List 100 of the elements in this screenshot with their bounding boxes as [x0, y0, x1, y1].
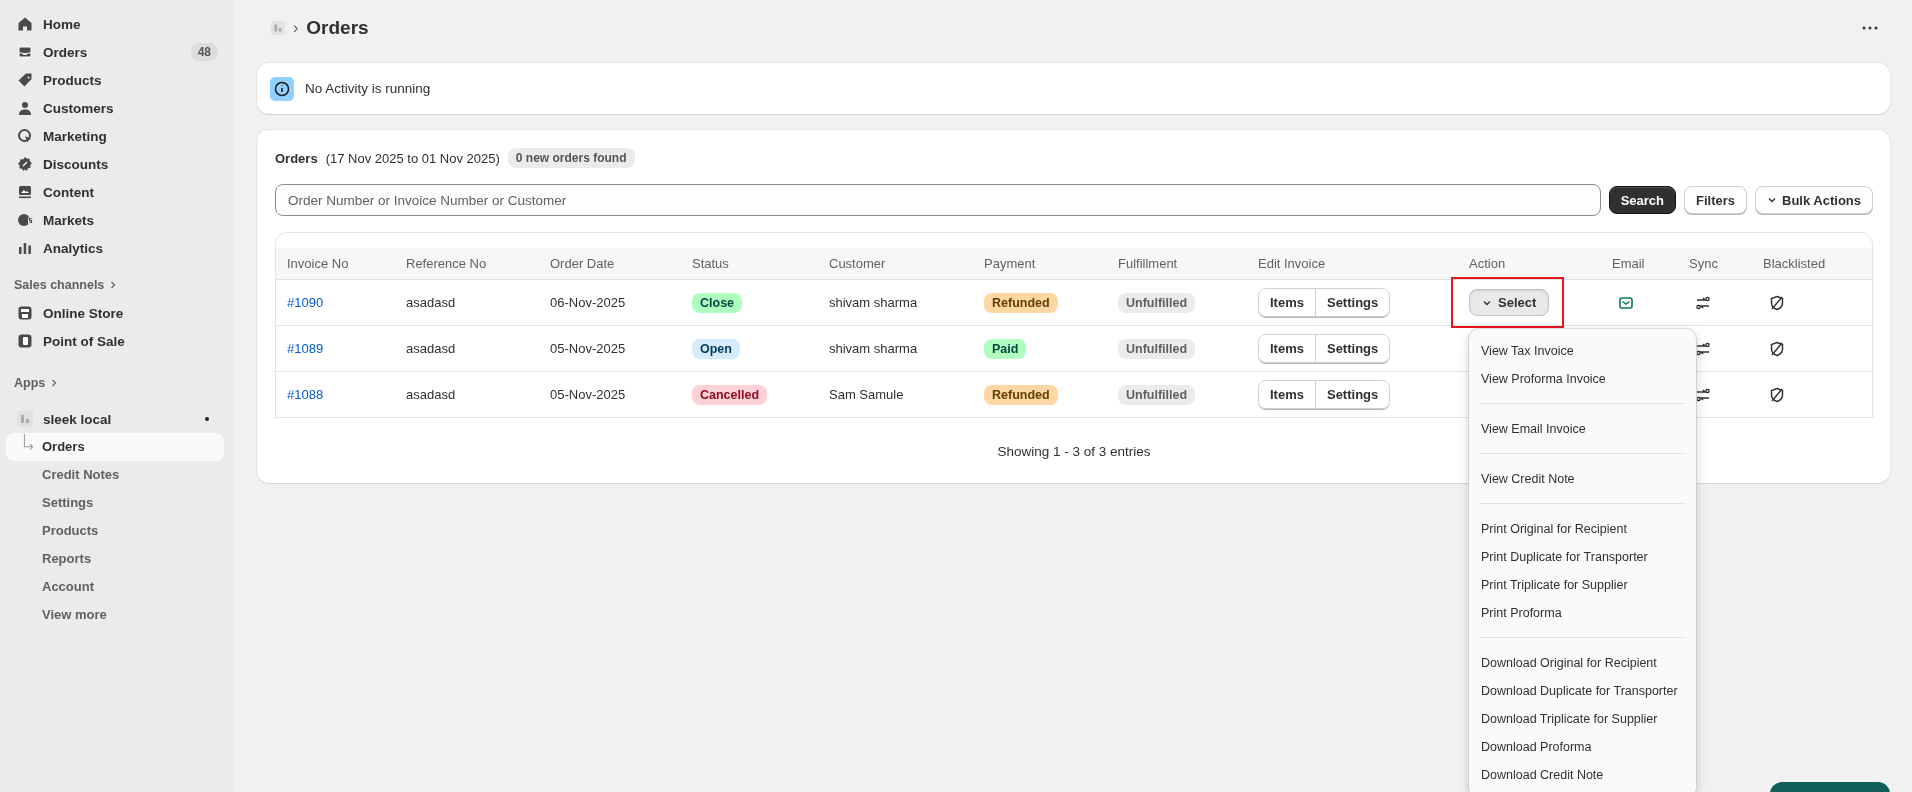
column-header: Fulfillment: [1117, 256, 1179, 271]
column-header: Action: [1468, 256, 1507, 271]
edit-button[interactable]: Settings: [1314, 289, 1390, 316]
breadcrumb-separator: ›: [293, 18, 299, 37]
notice-text: No Activity is running: [305, 81, 431, 96]
status-dot: [204, 416, 210, 422]
payment-badge: Refunded: [984, 384, 1058, 405]
edit-button[interactable]: Settings: [1314, 381, 1390, 408]
fulfillment-badge: Unfulfilled: [1118, 292, 1196, 313]
section-link[interactable]: Apps: [6, 369, 60, 397]
nav-subitem[interactable]: Products: [6, 517, 224, 545]
image-icon: [17, 184, 33, 200]
column-header: Invoice No: [286, 256, 350, 271]
app-icon: [17, 411, 33, 427]
tag-icon: [17, 72, 33, 88]
column-header: Customer: [828, 256, 887, 271]
status-badge: Open: [692, 338, 740, 359]
nav-item[interactable]: Marketing: [6, 122, 224, 150]
target-icon: [17, 128, 33, 144]
count-badge: 48: [190, 43, 218, 61]
menu-item[interactable]: Print Proforma: [1469, 599, 1696, 627]
nav-item[interactable]: Online Store: [6, 299, 224, 327]
nav-item[interactable]: Discounts: [6, 150, 224, 178]
nav-item[interactable]: Point of Sale: [6, 327, 224, 355]
column-header: Blacklisted: [1762, 256, 1827, 271]
home-icon: [17, 16, 33, 32]
nav-subitem[interactable]: Credit Notes: [6, 461, 224, 489]
search-field[interactable]: Order Number or Invoice Number or Customer: [275, 184, 1601, 216]
table-cell: 06-Nov-2025: [550, 295, 626, 310]
more-icon[interactable]: [1862, 25, 1878, 30]
column-header: Order Date: [549, 256, 616, 271]
filter-button[interactable]: Filters: [1684, 186, 1747, 214]
fulfillment-badge: Unfulfilled: [1118, 338, 1196, 359]
menu-item[interactable]: Download Triplicate for Supplier: [1469, 705, 1696, 733]
date-range: (17 Nov 2025 to 01 Nov 2025): [325, 150, 500, 166]
status-badge: Close: [692, 292, 743, 313]
menu-item[interactable]: View Tax Invoice: [1469, 337, 1696, 365]
menu-item[interactable]: View Email Invoice: [1469, 415, 1696, 443]
nav-subitem[interactable]: Settings: [6, 489, 224, 517]
column-header: Email: [1611, 256, 1646, 271]
shield-slash-icon[interactable]: [1769, 340, 1785, 357]
column-header: Payment: [983, 256, 1037, 271]
nav-item[interactable]: Products: [6, 66, 224, 94]
nav-item[interactable]: Home: [6, 10, 224, 38]
mail-icon[interactable]: [1618, 294, 1634, 311]
page-title: Orders: [306, 16, 370, 39]
nav-item[interactable]: Markets: [6, 206, 224, 234]
select-dropdown[interactable]: Select: [1469, 289, 1550, 316]
badge-icon: [17, 156, 33, 172]
payment-badge: Paid: [984, 338, 1027, 359]
menu-item[interactable]: Print Duplicate for Transporter: [1469, 543, 1696, 571]
search-button[interactable]: Search: [1608, 186, 1676, 214]
nav-subitem[interactable]: Reports: [6, 545, 224, 573]
caret-icon: [1767, 195, 1777, 205]
shield-slash-icon[interactable]: [1769, 294, 1785, 311]
payment-badge: Refunded: [984, 292, 1058, 313]
menu-item[interactable]: View Credit Note: [1469, 465, 1696, 493]
inbox-icon: [17, 44, 33, 60]
nav-item[interactable]: Content: [6, 178, 224, 206]
table-cell: shivam sharma: [829, 341, 918, 356]
nav-item[interactable]: Orders 48: [6, 38, 224, 66]
edit-button[interactable]: Settings: [1314, 335, 1390, 362]
column-header: Status: [691, 256, 730, 271]
menu-button[interactable]: Bulk Actions: [1755, 186, 1873, 214]
invoice-link[interactable]: #1089: [287, 341, 324, 356]
bag-icon: [17, 333, 33, 349]
person-icon: [17, 100, 33, 116]
pagination-summary: Showing 1 - 3 of 3 entries: [997, 444, 1151, 459]
table-cell: asadasd: [406, 295, 456, 310]
menu-item[interactable]: Print Original for Recipient: [1469, 515, 1696, 543]
menu-item[interactable]: Download Proforma: [1469, 733, 1696, 761]
status-badge: 0 new orders found: [507, 148, 635, 168]
nav-subitem[interactable]: Account: [6, 573, 224, 601]
app-item[interactable]: sleek local: [6, 405, 224, 433]
menu-item[interactable]: Download Duplicate for Transporter: [1469, 677, 1696, 705]
table-cell: asadasd: [406, 387, 456, 402]
column-header: Reference No: [405, 256, 488, 271]
fulfillment-badge: Unfulfilled: [1118, 384, 1196, 405]
card-title: Orders: [275, 150, 318, 166]
nav-subitem[interactable]: View more: [6, 601, 224, 629]
nav-item[interactable]: Customers: [6, 94, 224, 122]
bar-chart-icon: [17, 240, 33, 256]
column-header: Edit Invoice: [1257, 256, 1327, 271]
shield-slash-icon[interactable]: [1769, 386, 1785, 403]
table-cell: shivam sharma: [829, 295, 918, 310]
section-link[interactable]: Sales channels: [6, 271, 119, 299]
menu-item[interactable]: Print Triplicate for Supplier: [1469, 571, 1696, 599]
info-icon: [270, 76, 294, 101]
nav-subitem[interactable]: Orders: [6, 433, 224, 461]
menu-item[interactable]: View Proforma Invoice: [1469, 365, 1696, 393]
status-badge: Cancelled: [692, 384, 768, 405]
column-header: Sync: [1688, 256, 1719, 271]
menu-item[interactable]: Download Original for Recipient: [1469, 649, 1696, 677]
table-cell: asadasd: [406, 341, 456, 356]
menu-item[interactable]: Download Credit Note: [1469, 761, 1696, 789]
invoice-link[interactable]: #1090: [287, 295, 324, 310]
nav-item[interactable]: Analytics: [6, 234, 224, 262]
table-cell: 05-Nov-2025: [550, 387, 626, 402]
store-icon: [17, 305, 33, 321]
invoice-link[interactable]: #1088: [287, 387, 324, 402]
